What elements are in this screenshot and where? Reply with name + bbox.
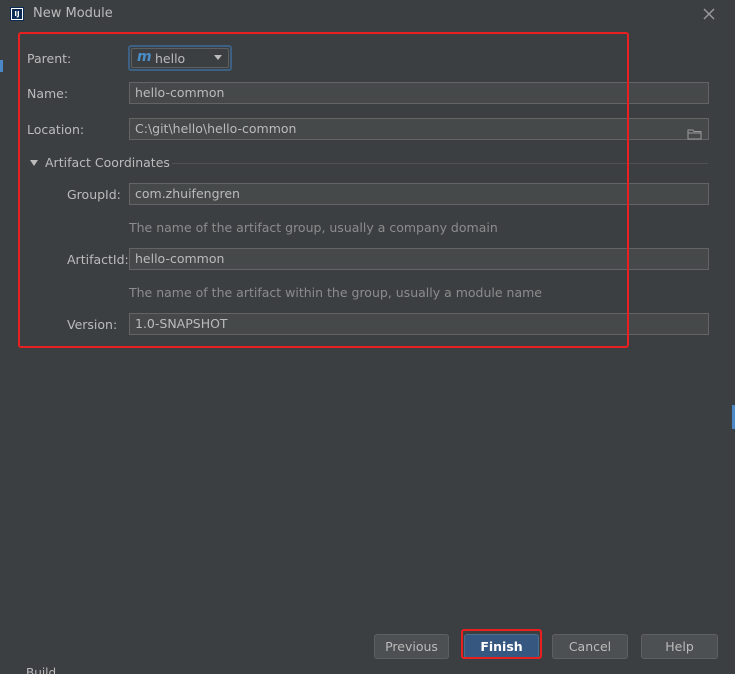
intellij-app-icon: IJ [10, 7, 24, 21]
folder-icon[interactable] [687, 125, 703, 140]
background-build-text: Build [26, 666, 57, 674]
artifactid-label: ArtifactId: [67, 252, 129, 267]
version-field[interactable]: 1.0-SNAPSHOT [129, 313, 709, 335]
title-bar: IJ New Module [0, 0, 735, 28]
artifactid-hint: The name of the artifact within the grou… [129, 285, 542, 300]
groupid-label: GroupId: [67, 187, 121, 202]
help-button[interactable]: Help [641, 634, 718, 659]
finish-button[interactable]: Finish [464, 634, 539, 659]
artifact-coordinates-label: Artifact Coordinates [45, 155, 170, 170]
dialog-title: New Module [33, 6, 113, 21]
parent-label: Parent: [27, 51, 72, 66]
triangle-down-icon [30, 160, 38, 166]
parent-dropdown[interactable]: m hello [128, 45, 232, 71]
location-label: Location: [27, 122, 85, 137]
cancel-button[interactable]: Cancel [552, 634, 628, 659]
artifact-coordinates-toggle[interactable]: Artifact Coordinates [30, 155, 170, 170]
section-divider [172, 163, 708, 164]
name-label: Name: [27, 86, 69, 101]
version-label: Version: [67, 317, 118, 332]
artifactid-field[interactable]: hello-common [129, 248, 709, 270]
maven-m-icon: m [137, 49, 152, 65]
location-field[interactable]: C:\git\hello\hello-common [129, 118, 709, 140]
app-icon-glyph: IJ [12, 9, 22, 19]
chevron-down-icon [214, 55, 222, 60]
new-module-dialog: IJ New Module Parent: m hello Name: hell… [0, 0, 735, 674]
groupid-field[interactable]: com.zhuifengren [129, 183, 709, 205]
previous-button[interactable]: Previous [374, 634, 449, 659]
background-selection-strip [0, 60, 3, 72]
groupid-hint: The name of the artifact group, usually … [129, 220, 498, 235]
close-icon[interactable] [701, 6, 717, 22]
parent-dropdown-value: hello [155, 51, 186, 66]
name-field[interactable]: hello-common [129, 82, 709, 104]
